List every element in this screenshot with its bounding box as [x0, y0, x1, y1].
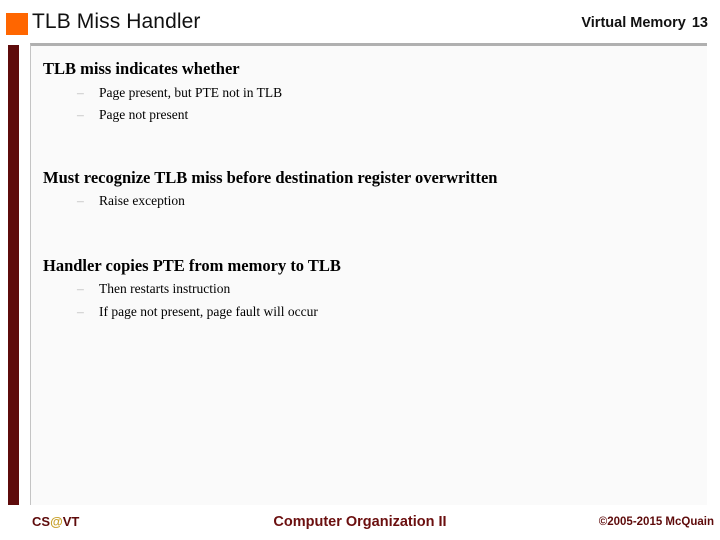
- bullet-group: Must recognize TLB miss before destinati…: [43, 168, 699, 208]
- bullet-heading: Must recognize TLB miss before destinati…: [43, 167, 498, 187]
- dash-marker-icon: –: [77, 193, 84, 209]
- sub-bullet-list: – Then restarts instruction – If page not …: [43, 282, 699, 318]
- header-right-label: Virtual Memory 13: [581, 15, 708, 31]
- sub-bullet-label: If page not present, page fault will occ…: [99, 303, 318, 319]
- sub-bullet-item: – Then restarts instruction: [43, 282, 699, 296]
- header-topic-label: Virtual Memory: [581, 15, 686, 31]
- sub-bullet-item: – Page not present: [43, 108, 699, 122]
- sub-bullet-item: – Raise exception: [43, 194, 699, 208]
- bullet-group: TLB miss indicates whether – Page present…: [43, 59, 699, 122]
- sub-bullet-list: – Raise exception: [43, 194, 699, 208]
- bullet-heading: Handler copies PTE from memory to TLB: [43, 255, 341, 275]
- footer-copyright: ©2005-2015 McQuain: [598, 516, 714, 528]
- dash-marker-icon: –: [77, 281, 84, 297]
- slide-footer: CS@VT Computer Organization II ©2005-201…: [0, 506, 720, 540]
- sub-bullet-label: Then restarts instruction: [99, 281, 231, 297]
- sub-bullet-list: – Page present, but PTE not in TLB – Page …: [43, 84, 699, 122]
- dash-marker-icon: –: [77, 303, 84, 319]
- dash-marker-icon: –: [77, 84, 84, 100]
- content-panel: TLB miss indicates whether – Page present…: [30, 43, 707, 505]
- left-accent-bar: [8, 45, 19, 505]
- bullet-group: Handler copies PTE from memory to TLB – T…: [43, 256, 699, 319]
- dash-marker-icon: –: [77, 107, 84, 123]
- sub-bullet-item: – If page not present, page fault will oc…: [43, 305, 699, 319]
- bullet-list: TLB miss indicates whether – Page present…: [43, 59, 699, 327]
- slide-header: TLB Miss Handler Virtual Memory 13: [0, 0, 720, 42]
- sub-bullet-label: Raise exception: [99, 193, 185, 209]
- slide-number: 13: [691, 15, 708, 31]
- page-title: TLB Miss Handler: [32, 10, 201, 33]
- sub-bullet-label: Page not present: [99, 107, 189, 123]
- bullet-heading: TLB miss indicates whether: [43, 59, 240, 78]
- sub-bullet-label: Page present, but PTE not in TLB: [99, 84, 283, 100]
- sub-bullet-item: – Page present, but PTE not in TLB: [43, 84, 699, 100]
- accent-square-icon: [6, 13, 28, 35]
